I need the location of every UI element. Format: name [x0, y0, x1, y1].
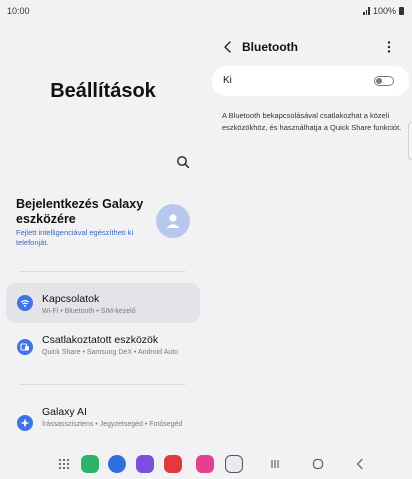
notes-icon[interactable] [164, 455, 182, 473]
avatar[interactable] [156, 204, 190, 238]
status-bar: 10:00 100% [0, 0, 412, 22]
status-time: 10:00 [7, 6, 30, 16]
bluetooth-toggle-switch[interactable] [374, 76, 394, 86]
settings-item-galaxy-ai[interactable]: Galaxy AI Írássasszisztens • Jegyzetsegé… [6, 402, 200, 446]
toggle-label: Ki [223, 75, 232, 86]
toggle-knob [376, 77, 382, 84]
battery-icon [399, 7, 404, 15]
recents-icon[interactable] [266, 455, 284, 473]
back-arrow-icon[interactable] [223, 41, 233, 53]
more-options-icon[interactable] [386, 40, 392, 54]
page-title: Beállítások [50, 80, 156, 102]
galaxy-ai-icon [17, 415, 33, 431]
bluetooth-description: A Bluetooth bekapcsolásával csatlakozhat… [222, 111, 402, 132]
settings-item-connected-devices[interactable]: Csatlakoztatott eszközök Quick Share • S… [6, 328, 200, 372]
internet-icon[interactable] [136, 455, 154, 473]
phone-icon[interactable] [81, 455, 99, 473]
bluetooth-toggle-row[interactable]: Ki [212, 66, 409, 96]
navigation-bar [0, 448, 412, 479]
messages-icon[interactable] [108, 455, 126, 473]
battery-percent: 100% [372, 6, 396, 16]
camera-icon[interactable] [225, 455, 243, 473]
divider [20, 271, 186, 272]
nav-back-icon[interactable] [351, 455, 369, 473]
person-icon [166, 214, 180, 228]
devices-icon [17, 339, 33, 355]
settings-item-label: Galaxy AI [42, 406, 87, 418]
status-indicators: 100% [363, 6, 404, 16]
home-icon[interactable] [309, 455, 327, 473]
settings-item-connections[interactable]: Kapcsolatok Wi-Fi • Bluetooth • SIM-keze… [6, 283, 200, 323]
edge-panel-handle[interactable] [408, 122, 412, 160]
settings-item-label: Csatlakoztatott eszközök [42, 334, 159, 346]
pane-title: Bluetooth [242, 40, 298, 54]
account-sign-in-subtitle: Fejlett intelligenciával egészítheti ki … [16, 228, 134, 247]
wifi-icon [17, 295, 33, 311]
gallery-icon[interactable] [196, 455, 214, 473]
settings-item-subtitle: Wi-Fi • Bluetooth • SIM-kezelő [42, 308, 136, 315]
settings-item-subtitle: Írássasszisztens • Jegyzetsegéd • Fotóse… [42, 421, 183, 428]
settings-item-label: Kapcsolatok [42, 293, 100, 305]
settings-pane: Beállítások Bejelentkezés Galaxy eszközé… [0, 22, 206, 442]
settings-item-subtitle: Quick Share • Samsung DeX • Android Auto [42, 349, 179, 356]
account-sign-in-title[interactable]: Bejelentkezés Galaxy eszközére [16, 197, 146, 227]
app-drawer-icon[interactable] [55, 455, 73, 473]
bluetooth-pane: Bluetooth Ki A Bluetooth bekapcsolásával… [206, 22, 412, 442]
search-icon[interactable] [176, 155, 190, 169]
divider [20, 384, 186, 385]
signal-icon [363, 7, 370, 15]
